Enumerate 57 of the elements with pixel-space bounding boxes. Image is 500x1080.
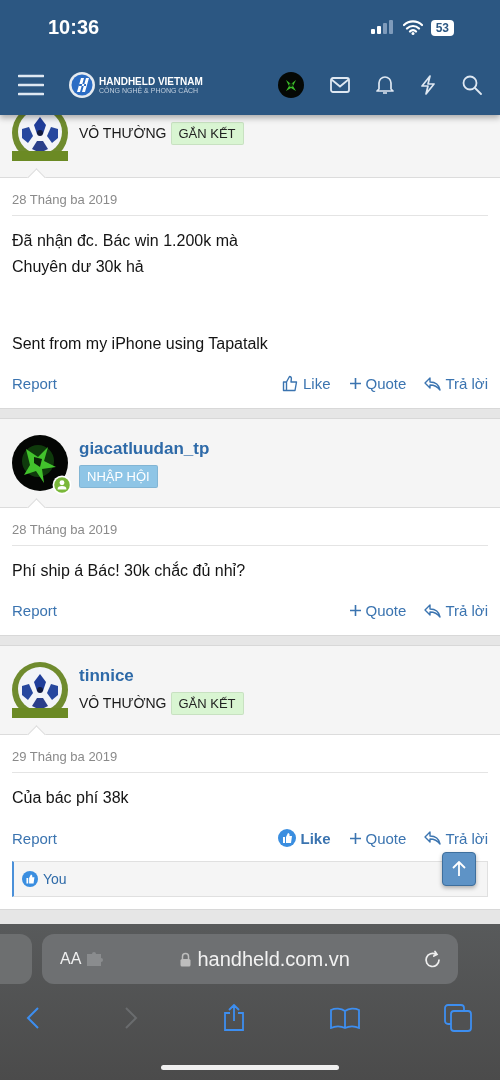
post-text: Phí ship á Bác! 30k chắc đủ nhỉ? bbox=[12, 560, 247, 581]
menu-icon[interactable] bbox=[18, 74, 44, 96]
like-button[interactable]: Like bbox=[281, 375, 331, 392]
user-rank: VÔ THƯỜNG bbox=[79, 695, 167, 711]
wifi-icon bbox=[402, 20, 423, 35]
author-name[interactable]: tinnice bbox=[79, 665, 244, 686]
lightning-icon[interactable] bbox=[420, 75, 436, 95]
quote-link[interactable]: Quote bbox=[348, 375, 407, 392]
search-icon[interactable] bbox=[462, 75, 482, 95]
report-link[interactable]: Report bbox=[12, 829, 58, 847]
post-text: Của bác phí 38k bbox=[12, 788, 130, 808]
tabs-icon[interactable] bbox=[444, 1004, 472, 1032]
reply-arrow-icon bbox=[424, 603, 442, 618]
reload-icon[interactable] bbox=[424, 949, 442, 969]
reply-link[interactable]: Trả lời bbox=[424, 602, 488, 619]
report-link[interactable]: Report bbox=[12, 375, 58, 392]
plus-icon bbox=[348, 377, 362, 390]
logo-title: HANDHELD VIETNAM bbox=[99, 76, 203, 87]
up-arrow-icon bbox=[452, 861, 466, 877]
reply-link[interactable]: Trả lời bbox=[424, 375, 488, 392]
user-banner: GẮN KẾT bbox=[170, 691, 244, 715]
reply-arrow-icon bbox=[424, 831, 442, 845]
bookmarks-icon[interactable] bbox=[330, 1007, 360, 1029]
status-time: 10:36 bbox=[48, 16, 100, 39]
user-banner: NHẬP HỘI bbox=[79, 464, 158, 488]
like-button[interactable]: Like bbox=[278, 829, 331, 847]
scroll-top-button[interactable] bbox=[442, 852, 476, 886]
reply-arrow-icon bbox=[424, 376, 442, 391]
post-date[interactable]: 29 Tháng ba 2019 bbox=[12, 749, 488, 773]
bell-icon[interactable] bbox=[376, 75, 394, 95]
lock-icon bbox=[179, 951, 191, 967]
share-icon[interactable] bbox=[222, 1004, 246, 1032]
report-link[interactable]: Report bbox=[12, 602, 58, 619]
post-text: Sent from my iPhone using Tapatalk bbox=[12, 334, 269, 354]
plus-icon bbox=[348, 604, 362, 617]
post-text: Đã nhận đc. Bác win 1.200k mà Chuyên dư 30k hả bbox=[12, 231, 239, 277]
address-bar[interactable]: AA handheld.com.vn bbox=[42, 934, 458, 984]
back-icon[interactable] bbox=[26, 1006, 40, 1030]
user-rank: VÔ THƯỜNG bbox=[79, 125, 167, 141]
url-text[interactable]: handheld.com.vn bbox=[197, 947, 350, 971]
reply-link[interactable]: Trả lời bbox=[424, 829, 488, 847]
author-name[interactable]: giacatluudan_tp bbox=[79, 438, 210, 459]
quote-link[interactable]: Quote bbox=[348, 602, 407, 619]
signal-icon bbox=[370, 19, 395, 36]
post-date[interactable]: 28 Tháng ba 2019 bbox=[12, 522, 488, 546]
plus-icon bbox=[348, 831, 362, 845]
mail-icon[interactable] bbox=[330, 77, 350, 93]
quote-link[interactable]: Quote bbox=[348, 829, 407, 847]
text-size-button[interactable]: AA bbox=[60, 950, 82, 968]
likes-text[interactable]: You bbox=[43, 871, 67, 887]
logo-icon bbox=[68, 71, 96, 99]
post-date[interactable]: 28 Tháng ba 2019 bbox=[12, 192, 488, 216]
user-banner: GẮN KẾT bbox=[170, 121, 244, 145]
battery-icon: 53 bbox=[430, 19, 454, 36]
like-icon bbox=[22, 871, 38, 887]
thumbs-up-icon bbox=[278, 829, 297, 847]
thumbs-up-icon bbox=[281, 375, 299, 392]
